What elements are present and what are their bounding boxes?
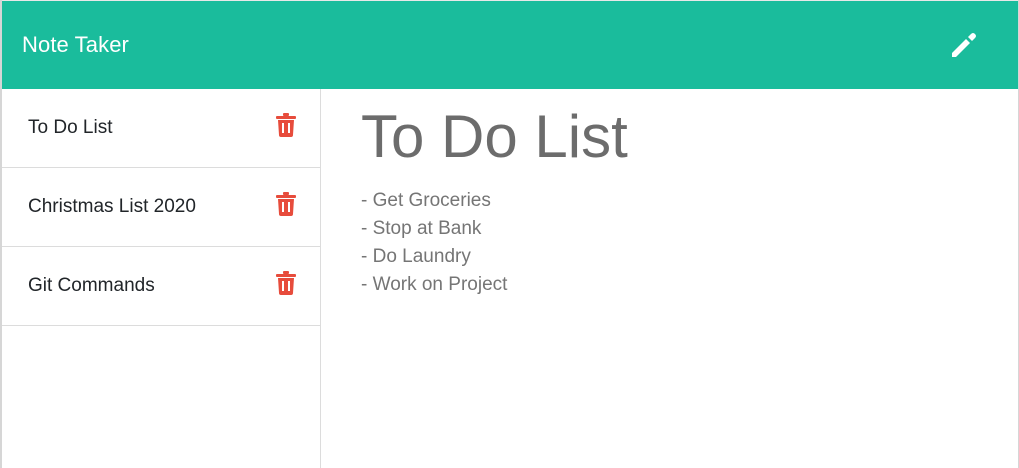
trash-icon[interactable] bbox=[274, 191, 298, 217]
navbar: Note Taker bbox=[2, 0, 1018, 89]
pencil-icon[interactable] bbox=[946, 27, 982, 63]
note-line: - Work on Project bbox=[361, 274, 508, 295]
trash-icon[interactable] bbox=[274, 112, 298, 138]
note-item-git-commands[interactable]: Git Commands bbox=[2, 247, 320, 326]
note-item-to-do-list[interactable]: To Do List bbox=[2, 89, 320, 168]
note-line: - Get Groceries bbox=[361, 190, 491, 211]
note-taker-app: Note Taker To Do List Christmas List 202… bbox=[0, 0, 1019, 468]
note-line: - Stop at Bank bbox=[361, 218, 482, 239]
note-line: - Do Laundry bbox=[361, 246, 471, 267]
note-title: Christmas List 2020 bbox=[28, 196, 196, 217]
note-title-field[interactable]: To Do List bbox=[361, 101, 978, 173]
note-item-christmas-list-2020[interactable]: Christmas List 2020 bbox=[2, 168, 320, 247]
note-editor: To Do List - Get Groceries - Stop at Ban… bbox=[321, 89, 1018, 468]
note-text-area[interactable]: - Get Groceries - Stop at Bank - Do Laun… bbox=[361, 187, 978, 299]
note-title: To Do List bbox=[28, 117, 113, 138]
trash-icon[interactable] bbox=[274, 270, 298, 296]
main-content: To Do List Christmas List 2020 Git Comma… bbox=[2, 89, 1018, 468]
app-title[interactable]: Note Taker bbox=[22, 32, 129, 58]
notes-sidebar: To Do List Christmas List 2020 Git Comma… bbox=[2, 89, 321, 468]
note-list: To Do List Christmas List 2020 Git Comma… bbox=[2, 89, 320, 326]
note-title: Git Commands bbox=[28, 275, 155, 296]
